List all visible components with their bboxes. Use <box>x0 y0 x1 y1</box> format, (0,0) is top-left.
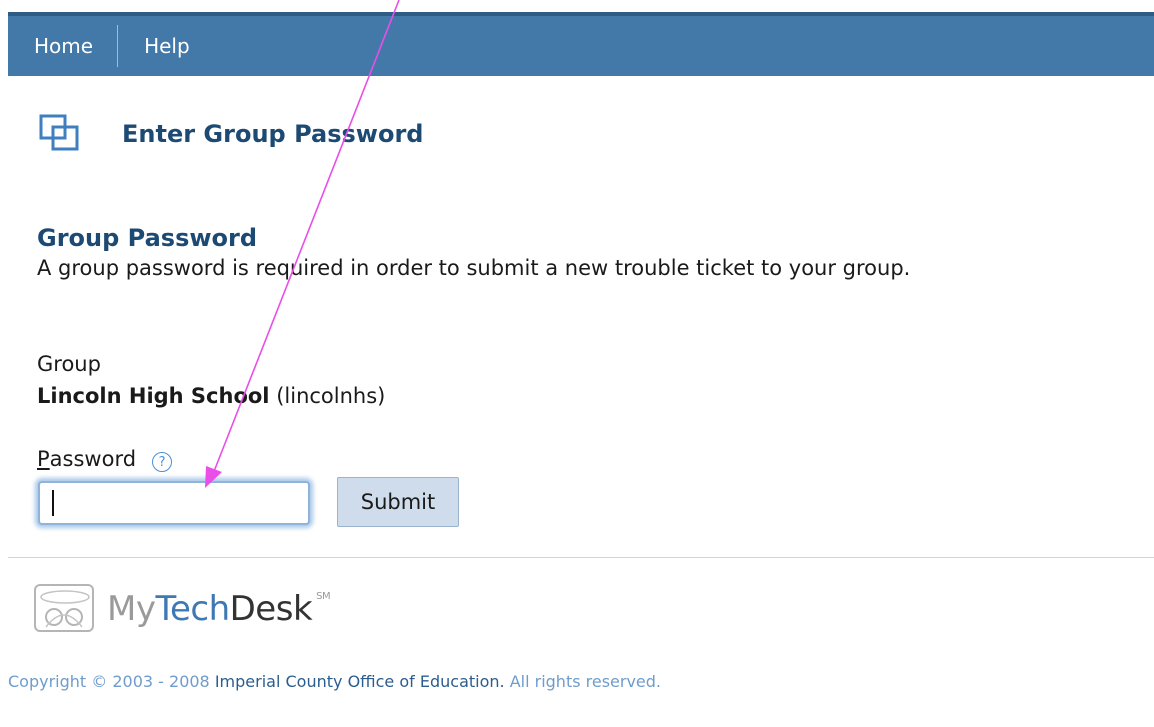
password-label-text: assword <box>49 447 137 471</box>
footer-divider <box>8 557 1154 558</box>
page-title: Enter Group Password <box>122 120 424 148</box>
logo-part-tech: Tech <box>155 589 230 629</box>
text-cursor <box>52 490 54 516</box>
footer-logo: MyTechDesk SM <box>33 583 331 635</box>
mytechdesk-logo-icon <box>34 584 94 632</box>
section-heading: Group Password <box>37 224 258 252</box>
group-code: (lincolnhs) <box>276 384 386 408</box>
group-name: Lincoln High School <box>37 384 270 408</box>
password-label-accesskey: P <box>37 447 50 471</box>
logo-part-desk: Desk <box>229 589 313 629</box>
section-description: A group password is required in order to… <box>37 256 911 280</box>
copyright-prefix: Copyright © 2003 - 2008 <box>8 672 215 691</box>
group-value: Lincoln High School (lincolnhs) <box>37 384 385 408</box>
nav-help-link[interactable]: Help <box>118 16 214 76</box>
top-nav-bar: Home Help <box>8 12 1154 76</box>
password-label: Password ? <box>37 446 173 472</box>
page-header: Enter Group Password <box>38 112 423 156</box>
copyright-suffix: All rights reserved. <box>504 672 662 691</box>
password-input[interactable] <box>38 481 310 525</box>
help-circle-icon[interactable]: ? <box>152 452 173 472</box>
logo-part-my: My <box>107 589 156 629</box>
nav-home-link[interactable]: Home <box>8 16 117 76</box>
group-label: Group <box>37 352 101 376</box>
nav-separator <box>117 25 119 67</box>
nav-menu: Home Help <box>8 16 214 76</box>
group-squares-icon <box>39 114 79 151</box>
copyright-org-link[interactable]: Imperial County Office of Education. <box>215 672 505 691</box>
service-mark: SM <box>316 591 331 602</box>
submit-button[interactable]: Submit <box>337 477 459 527</box>
logo-wordmark: MyTechDesk SM <box>107 589 331 629</box>
copyright-text: Copyright © 2003 - 2008 Imperial County … <box>8 672 661 691</box>
